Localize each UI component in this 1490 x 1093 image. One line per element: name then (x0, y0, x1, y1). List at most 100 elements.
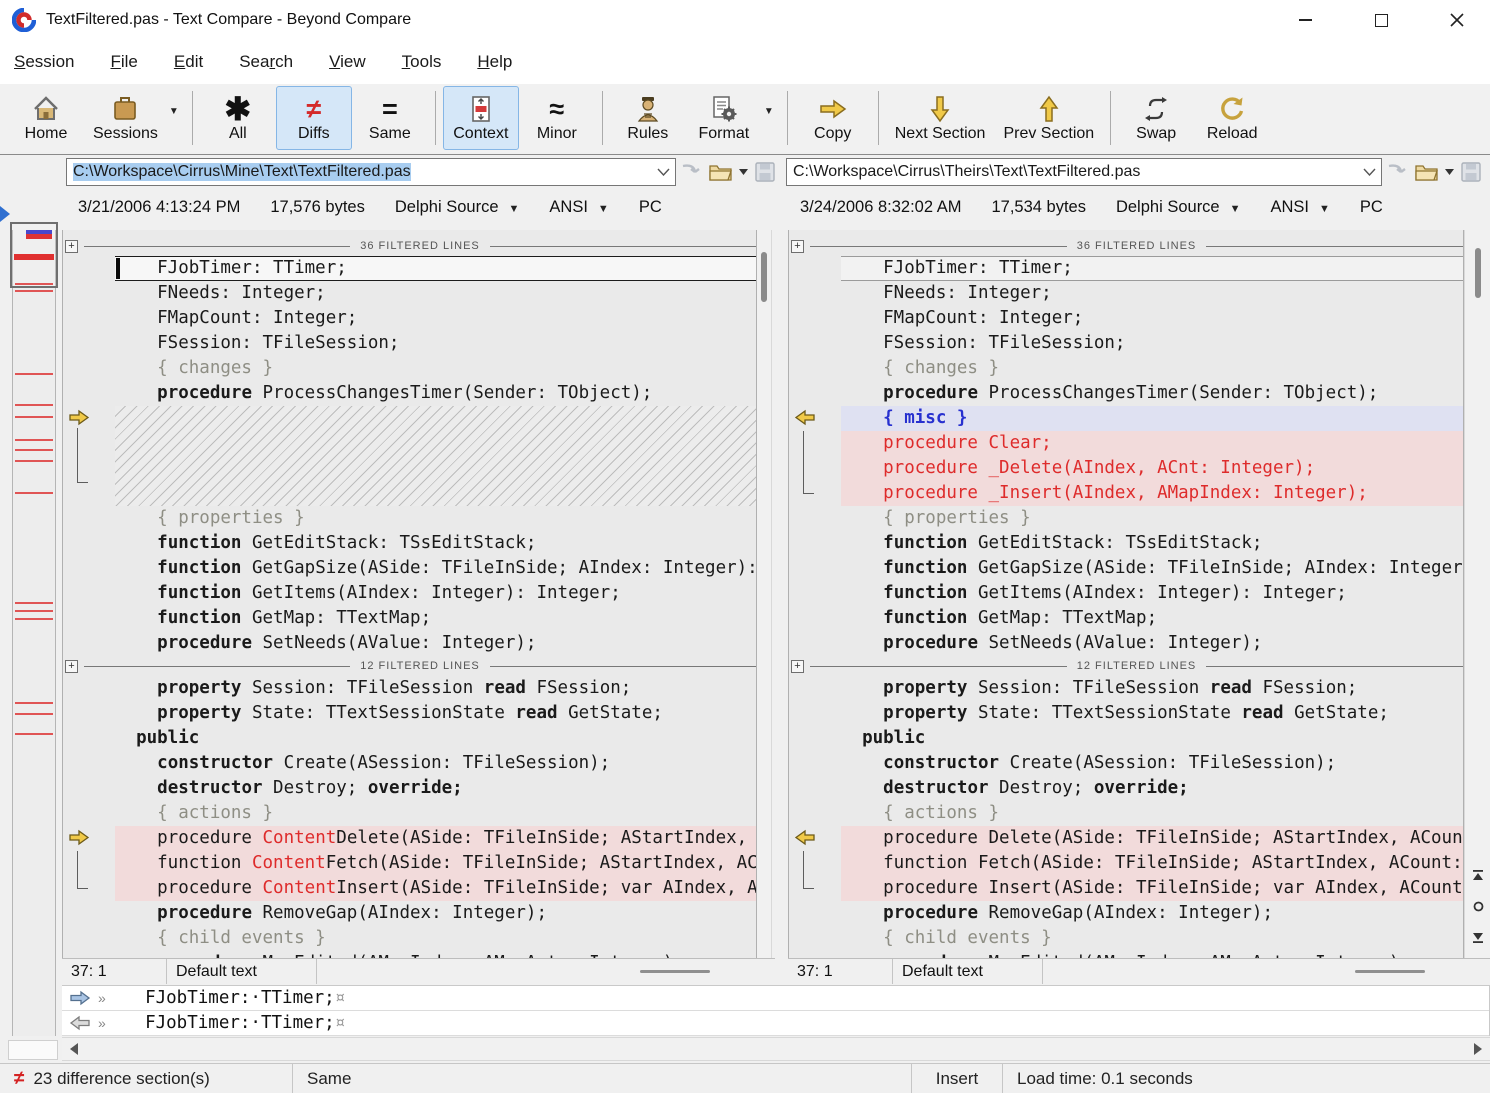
difference-mark[interactable] (15, 449, 53, 451)
code-text[interactable]: property State: TTextSessionState read G… (115, 701, 756, 726)
toolbar-button-all[interactable]: ✱All (200, 86, 276, 150)
code-line[interactable]: procedure Clear; (789, 431, 1463, 456)
code-line[interactable]: destructor Destroy; override; (789, 776, 1463, 801)
scroll-right-icon[interactable] (1468, 1038, 1488, 1060)
code-line[interactable]: function GetMap: TTextMap; (789, 606, 1463, 631)
code-text[interactable]: procedure SetNeeds(AValue: Integer); (841, 631, 1463, 656)
code-text[interactable]: { changes } (115, 356, 756, 381)
code-text[interactable]: property State: TTextSessionState read G… (841, 701, 1463, 726)
code-text[interactable]: FMapCount: Integer; (841, 306, 1463, 331)
expand-plus-icon[interactable]: + (65, 660, 78, 673)
code-line[interactable]: { child events } (789, 926, 1463, 951)
code-text[interactable]: procedure RemoveGap(AIndex: Integer); (115, 901, 756, 926)
copy-section-right-arrow-icon[interactable] (63, 406, 115, 506)
difference-mark[interactable] (15, 290, 53, 292)
difference-mark[interactable] (15, 713, 53, 715)
toolbar-button-format[interactable]: Format (686, 86, 762, 150)
scroll-top-icon[interactable] (1472, 868, 1484, 886)
code-text[interactable]: { actions } (841, 801, 1463, 826)
minimize-button[interactable] (1282, 5, 1328, 35)
detail-line-row[interactable]: » FJobTimer:·TTimer;¤ (62, 986, 1489, 1011)
toolbar-button-same[interactable]: =Same (352, 86, 428, 150)
toolbar-button-minor[interactable]: ≈Minor (519, 86, 595, 150)
code-text[interactable]: destructor Destroy; override; (841, 776, 1463, 801)
scroll-center-icon[interactable] (1473, 899, 1484, 917)
right-file-format-dropdown[interactable]: Delphi Source▼ (1116, 198, 1241, 217)
code-line[interactable]: destructor Destroy; override; (63, 776, 756, 801)
code-line[interactable]: FMapCount: Integer; (789, 306, 1463, 331)
code-line[interactable]: procedure ProcessChangesTimer(Sender: TO… (789, 381, 1463, 406)
toolbar-button-context[interactable]: Context (443, 86, 519, 150)
toolbar-button-copy[interactable]: Copy (795, 86, 871, 150)
code-line[interactable]: function GetGapSize(ASide: TFileInSide; … (63, 556, 756, 581)
scrollbar-thumb[interactable] (761, 252, 767, 302)
code-line[interactable]: { changes } (789, 356, 1463, 381)
folder-dropdown-caret-icon[interactable] (736, 158, 750, 186)
difference-mark[interactable] (15, 404, 53, 406)
chevron-down-icon[interactable] (1357, 168, 1381, 176)
detail-right-arrow-icon[interactable] (62, 990, 98, 1006)
scroll-bottom-icon[interactable] (1472, 930, 1484, 948)
code-text[interactable]: procedure RemoveGap(AIndex: Integer); (841, 901, 1463, 926)
code-line[interactable]: procedure Delete(ASide: TFileInSide; ASt… (789, 826, 1463, 851)
code-text[interactable]: { misc } (841, 406, 1463, 431)
code-line[interactable]: FSession: TFileSession; (789, 331, 1463, 356)
gutter-cell[interactable] (789, 876, 841, 901)
difference-mark[interactable] (15, 618, 53, 620)
code-line[interactable]: FSession: TFileSession; (63, 331, 756, 356)
code-text[interactable]: function GetItems(AIndex: Integer): Inte… (841, 581, 1463, 606)
detail-line-row[interactable]: » FJobTimer:·TTimer;¤ (62, 1011, 1489, 1036)
code-line[interactable]: procedure RemoveGap(AIndex: Integer); (63, 901, 756, 926)
left-file-encoding-dropdown[interactable]: ANSI▼ (549, 198, 608, 217)
difference-mark[interactable] (15, 283, 53, 285)
dropdown-caret-icon[interactable]: ▼ (169, 106, 179, 117)
code-line[interactable]: function GetMap: TTextMap; (63, 606, 756, 631)
code-text[interactable]: { changes } (841, 356, 1463, 381)
code-line[interactable]: procedure RemoveGap(AIndex: Integer); (789, 901, 1463, 926)
right-splitter-grip[interactable] (1290, 959, 1490, 984)
code-line[interactable]: { actions } (789, 801, 1463, 826)
difference-mark[interactable] (15, 439, 53, 441)
left-syntax-mode[interactable]: Default text (167, 959, 317, 984)
code-line[interactable]: property Session: TFileSession read FSes… (63, 676, 756, 701)
code-line[interactable]: FNeeds: Integer; (63, 281, 756, 306)
code-line[interactable]: procedure MapEdited(AMapIndex, AMapAuto:… (63, 951, 756, 958)
code-line[interactable]: FJobTimer: TTimer; (789, 256, 1463, 281)
code-line[interactable]: function GetItems(AIndex: Integer): Inte… (63, 581, 756, 606)
expand-plus-icon[interactable]: + (791, 660, 804, 673)
copy-section-left-arrow-icon[interactable] (789, 826, 841, 851)
code-text[interactable]: function GetEditStack: TSsEditStack; (841, 531, 1463, 556)
menu-item-file[interactable]: File (110, 52, 137, 72)
code-text[interactable]: { properties } (115, 506, 756, 531)
left-file-path-combo[interactable]: C:\Workspace\Cirrus\Mine\Text\TextFilter… (66, 158, 676, 186)
left-file-format-dropdown[interactable]: Delphi Source▼ (395, 198, 520, 217)
code-line[interactable]: procedure ContentDelete(ASide: TFileInSi… (63, 826, 756, 851)
code-text[interactable]: public (115, 726, 756, 751)
code-text[interactable]: function GetItems(AIndex: Integer): Inte… (115, 581, 756, 606)
code-line[interactable]: function ContentFetch(ASide: TFileInSide… (63, 851, 756, 876)
gutter-cell[interactable] (789, 431, 841, 456)
map-viewport-box[interactable] (10, 222, 58, 288)
code-line[interactable]: procedure ContentInsert(ASide: TFileInSi… (63, 876, 756, 901)
open-folder-icon[interactable] (706, 158, 736, 186)
toolbar-button-reload[interactable]: Reload (1194, 86, 1270, 150)
code-text[interactable]: function ContentFetch(ASide: TFileInSide… (115, 851, 756, 876)
code-text[interactable]: function GetEditStack: TSsEditStack; (115, 531, 756, 556)
left-vertical-scrollbar[interactable] (757, 230, 772, 958)
menu-item-tools[interactable]: Tools (402, 52, 442, 72)
code-text[interactable]: property Session: TFileSession read FSes… (115, 676, 756, 701)
menu-item-help[interactable]: Help (477, 52, 512, 72)
menu-item-view[interactable]: View (329, 52, 366, 72)
line-details-pane[interactable]: » FJobTimer:·TTimer;¤» FJobTimer:·TTimer… (62, 985, 1490, 1036)
code-text[interactable]: FNeeds: Integer; (841, 281, 1463, 306)
right-syntax-mode[interactable]: Default text (893, 959, 1043, 984)
code-text[interactable]: destructor Destroy; override; (115, 776, 756, 801)
code-text[interactable]: { child events } (115, 926, 756, 951)
save-icon[interactable] (1456, 158, 1486, 186)
code-line[interactable]: function GetGapSize(ASide: TFileInSide; … (789, 556, 1463, 581)
difference-map[interactable] (0, 230, 62, 1036)
code-line[interactable]: constructor Create(ASession: TFileSessio… (789, 751, 1463, 776)
code-text[interactable]: { child events } (841, 926, 1463, 951)
code-line[interactable]: function Fetch(ASide: TFileInSide; AStar… (789, 851, 1463, 876)
code-line[interactable]: public (789, 726, 1463, 751)
